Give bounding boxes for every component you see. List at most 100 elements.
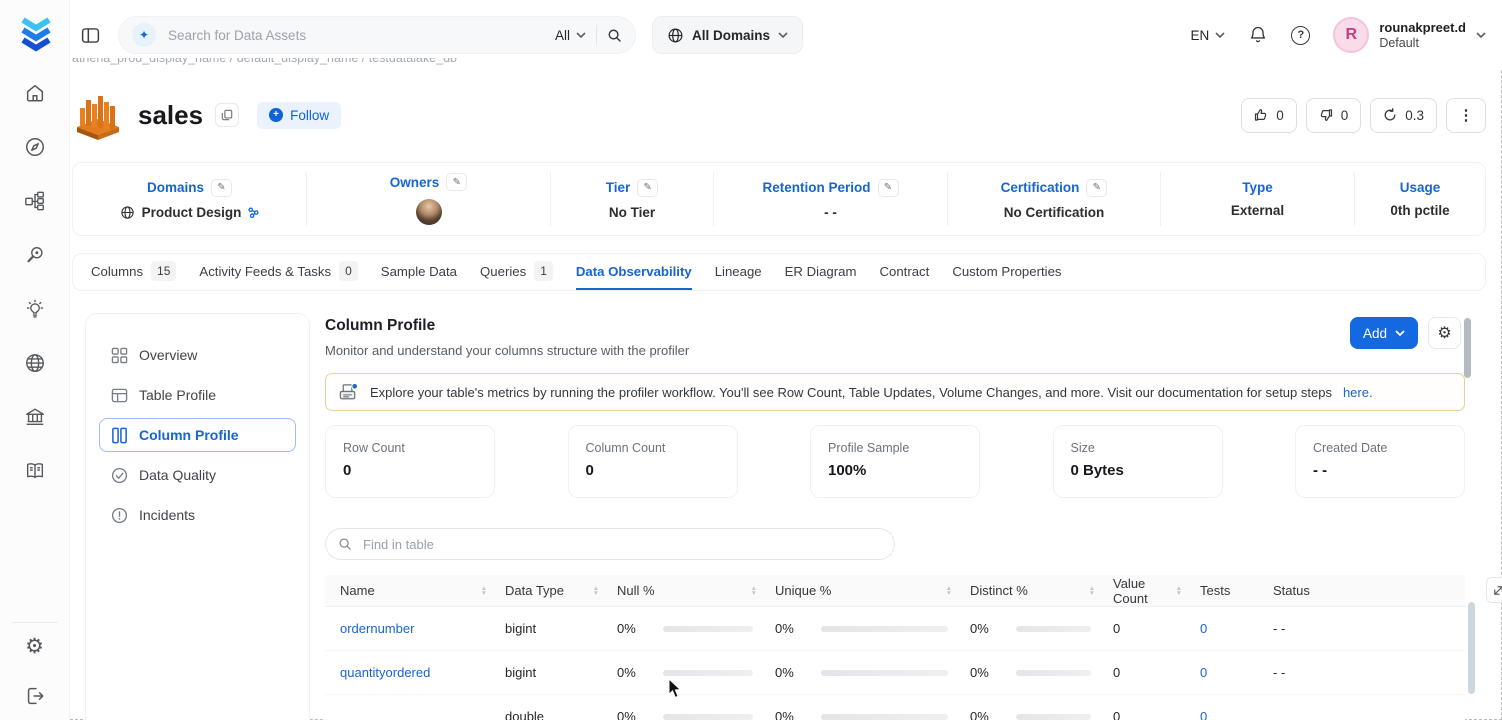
find-in-table-input[interactable] xyxy=(361,535,882,553)
tab-activity-feeds[interactable]: Activity Feeds & Tasks 0 xyxy=(199,254,358,290)
user-menu[interactable]: R rounakpreet.d Default xyxy=(1333,17,1486,53)
user-name: rounakpreet.d xyxy=(1379,19,1466,35)
page-scrollbar-thumb[interactable] xyxy=(1464,318,1471,378)
insights-bulb-icon[interactable] xyxy=(23,297,47,321)
banner-here-link[interactable]: here. xyxy=(1343,385,1373,400)
add-button[interactable]: Add xyxy=(1350,317,1418,349)
stat-card-column-count: Column Count 0 xyxy=(567,425,738,498)
home-icon[interactable] xyxy=(23,81,47,105)
tab-queries[interactable]: Queries 1 xyxy=(480,254,553,290)
table-profile-icon xyxy=(110,386,128,404)
tab-custom-properties[interactable]: Custom Properties xyxy=(952,254,1061,290)
tests-link[interactable]: 0 xyxy=(1200,709,1273,720)
glossary-book-icon[interactable] xyxy=(23,459,47,483)
progress-bar xyxy=(1016,669,1091,676)
nav-item-table-profile[interactable]: Table Profile xyxy=(99,378,296,412)
app-logo-icon[interactable] xyxy=(17,15,55,55)
sort-icon[interactable]: ▲ ▼ xyxy=(946,585,952,597)
header-distinct-pct[interactable]: Distinct % ▲ ▼ xyxy=(970,583,1113,598)
logout-icon[interactable] xyxy=(23,684,47,708)
column-profile-table: Name ▲ ▼ Data Type ▲ ▼ Null % ▲ ▼ Unique % … xyxy=(325,575,1465,720)
domains-globe-icon[interactable] xyxy=(23,351,47,375)
distinct-pct-cell: 0% xyxy=(970,665,1113,680)
overview-grid-icon xyxy=(110,346,128,364)
column-name-link[interactable]: quantityordered xyxy=(325,665,505,680)
notifications-bell-icon[interactable] xyxy=(1248,25,1268,45)
tab-lineage[interactable]: Lineage xyxy=(715,254,762,290)
sort-icon[interactable]: ▲ ▼ xyxy=(1089,585,1095,597)
tests-link[interactable]: 0 xyxy=(1200,621,1273,636)
type-value: External xyxy=(1230,203,1285,218)
incidents-alert-icon xyxy=(110,506,128,524)
column-name-link[interactable]: ordernumber xyxy=(325,621,505,636)
table-row: double 0% 0% 0% 0 0 xyxy=(325,695,1465,720)
nav-item-incidents[interactable]: Incidents xyxy=(99,498,296,532)
header-data-type[interactable]: Data Type ▲ ▼ xyxy=(505,583,617,598)
lineage-graph-icon[interactable] xyxy=(23,189,47,213)
data-type-cell: double xyxy=(505,709,545,720)
more-options-kebab-icon[interactable]: ⋮ xyxy=(1446,97,1486,133)
sidebar-toggle-icon[interactable] xyxy=(78,23,102,47)
ai-sparkle-icon[interactable]: ✦ xyxy=(132,23,156,47)
search-scope-dropdown[interactable]: All xyxy=(555,28,586,43)
resize-diagonal-icon xyxy=(1494,585,1502,595)
nav-item-data-quality[interactable]: Data Quality xyxy=(99,458,296,492)
sort-icon[interactable]: ▲ ▼ xyxy=(751,585,757,597)
progress-bar xyxy=(663,713,753,720)
language-label: EN xyxy=(1190,27,1210,43)
tab-data-observability[interactable]: Data Observability xyxy=(575,254,692,290)
edit-domains-icon[interactable]: ✎ xyxy=(211,178,232,197)
table-scrollbar-thumb[interactable] xyxy=(1468,602,1475,694)
thumbs-down-icon xyxy=(1320,109,1332,121)
tab-er-diagram[interactable]: ER Diagram xyxy=(785,254,857,290)
explore-compass-icon[interactable] xyxy=(23,135,47,159)
header-unique-pct[interactable]: Unique % ▲ ▼ xyxy=(775,583,970,598)
tests-link[interactable]: 0 xyxy=(1200,665,1273,680)
search-scope-label: All xyxy=(554,27,570,43)
stat-card-size: Size 0 Bytes xyxy=(1052,425,1223,498)
observability-search-icon[interactable] xyxy=(23,243,47,267)
user-avatar[interactable]: R xyxy=(1333,17,1370,53)
upvote-button[interactable]: 0 xyxy=(1241,97,1297,133)
sort-icon[interactable]: ▲ ▼ xyxy=(593,585,599,597)
header-null-pct[interactable]: Null % ▲ ▼ xyxy=(617,583,775,598)
copy-name-icon[interactable] xyxy=(215,103,240,127)
search-icon[interactable] xyxy=(607,28,622,43)
progress-bar xyxy=(821,669,948,676)
profiler-info-banner: Explore your table's metrics by running … xyxy=(325,373,1465,411)
follow-button[interactable]: + Follow xyxy=(257,101,342,129)
profiler-settings-button[interactable]: ⚙ xyxy=(1428,317,1461,349)
meta-owners: Owners ✎ xyxy=(307,173,550,225)
search-input[interactable] xyxy=(166,26,545,44)
edit-tier-icon[interactable]: ✎ xyxy=(637,178,659,197)
tab-contract[interactable]: Contract xyxy=(879,254,929,290)
language-dropdown[interactable]: EN xyxy=(1191,28,1226,43)
find-in-table[interactable] xyxy=(325,528,895,560)
tab-columns[interactable]: Columns 15 xyxy=(91,254,177,290)
nav-item-column-profile[interactable]: Column Profile xyxy=(99,418,296,452)
help-icon[interactable]: ? xyxy=(1291,25,1311,45)
sort-icon[interactable]: ▲ ▼ xyxy=(481,585,487,597)
progress-bar xyxy=(663,625,753,632)
edit-retention-icon[interactable]: ✎ xyxy=(877,178,899,197)
all-domains-dropdown[interactable]: All Domains xyxy=(652,16,804,54)
nav-item-overview[interactable]: Overview xyxy=(99,338,296,372)
value-count-cell: 0 xyxy=(1113,621,1121,636)
panel-collapse-handle[interactable] xyxy=(1486,577,1502,603)
edit-certification-icon[interactable]: ✎ xyxy=(1086,178,1108,197)
govern-bank-icon[interactable] xyxy=(23,405,47,429)
meta-type: Type External xyxy=(1230,180,1285,218)
downvote-button[interactable]: 0 xyxy=(1305,97,1362,133)
header-value-count[interactable]: Value Count ▲ ▼ xyxy=(1113,576,1200,606)
settings-gear-icon[interactable]: ⚙ xyxy=(23,634,47,658)
version-button[interactable]: 0.3 xyxy=(1370,97,1437,133)
header-name[interactable]: Name ▲ ▼ xyxy=(325,583,505,598)
edit-owners-icon[interactable]: ✎ xyxy=(446,173,468,191)
owner-avatar[interactable] xyxy=(415,199,442,225)
domain-value[interactable]: Product Design xyxy=(142,205,242,220)
global-search[interactable]: ✦ All xyxy=(118,16,636,54)
sort-icon[interactable]: ▲ ▼ xyxy=(1176,585,1182,597)
progress-bar xyxy=(1016,713,1091,720)
breadcrumb[interactable]: athena_prod_display_name / default_displ… xyxy=(72,58,692,70)
tab-sample-data[interactable]: Sample Data xyxy=(381,254,457,290)
